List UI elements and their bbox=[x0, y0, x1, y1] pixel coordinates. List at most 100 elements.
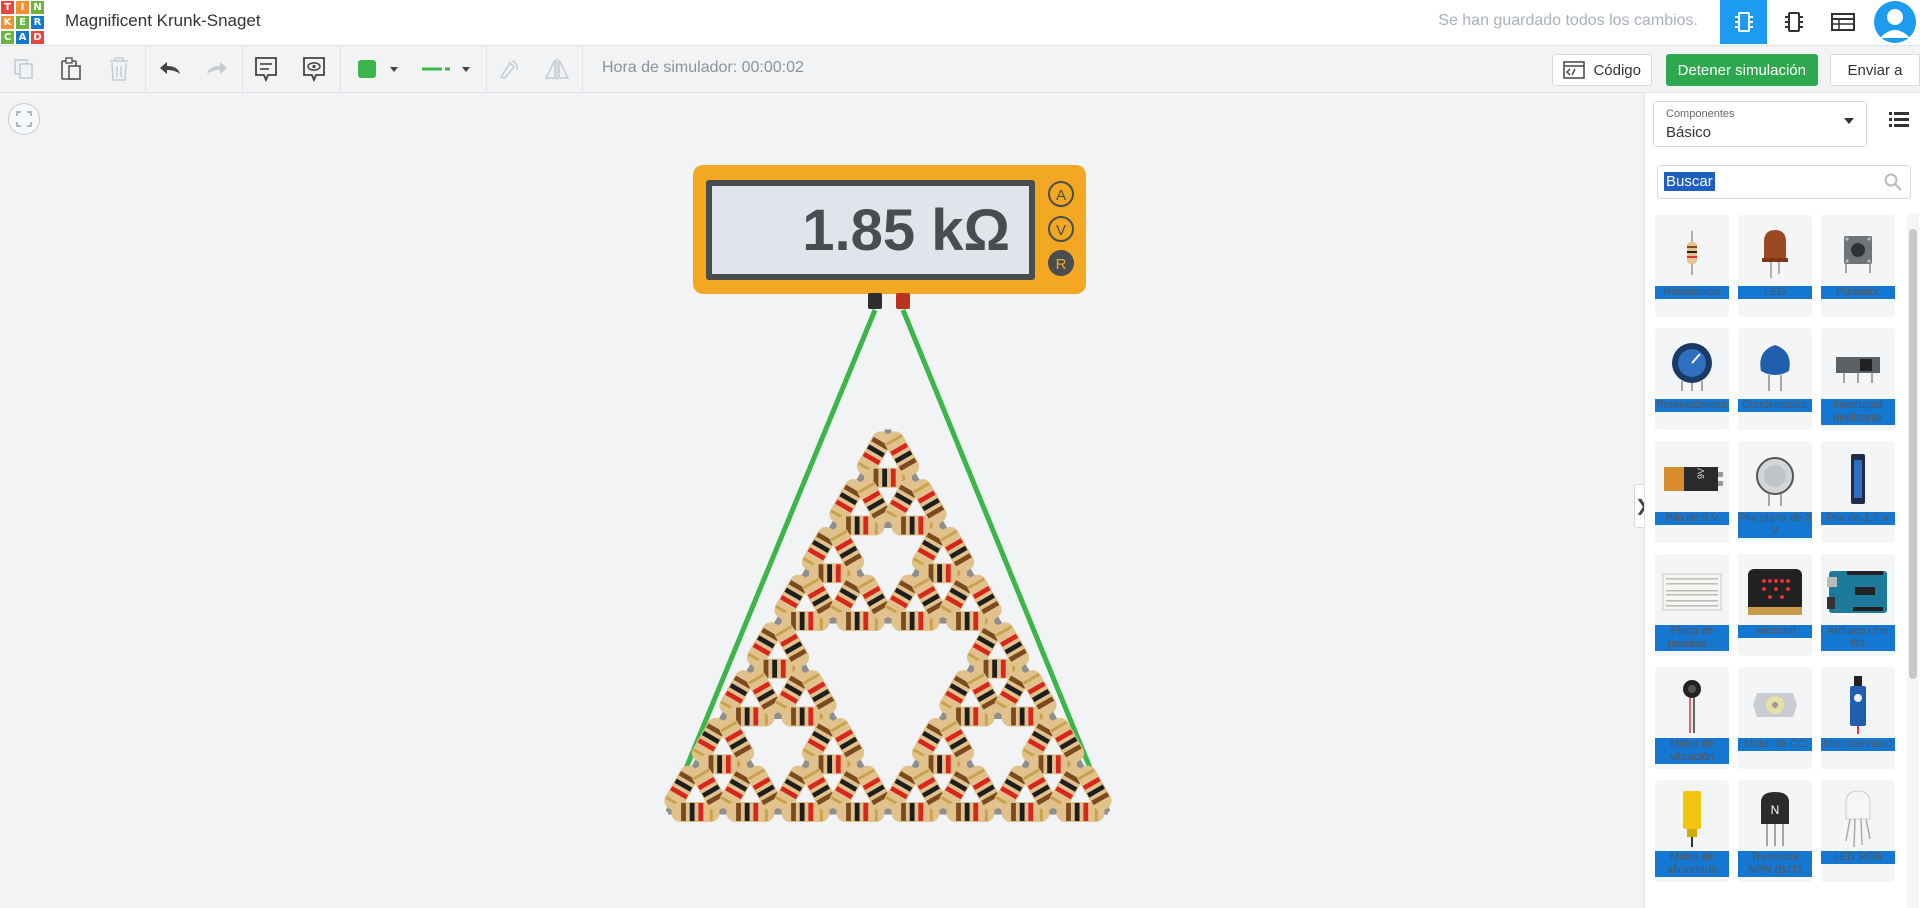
panel-scrollbar-thumb[interactable] bbox=[1909, 229, 1917, 679]
flip-button[interactable] bbox=[542, 46, 572, 92]
logo-letter: D bbox=[30, 30, 45, 45]
component-label: Arduino Uno R3 bbox=[1821, 625, 1895, 651]
component-led[interactable]: LED bbox=[1738, 215, 1812, 317]
probe-terminal-black[interactable] bbox=[868, 293, 882, 309]
component-arduino[interactable]: Arduino Uno R3 bbox=[1821, 554, 1895, 656]
paste-button[interactable] bbox=[55, 46, 87, 92]
component-transistor[interactable]: N Transistor NPN (BJT) bbox=[1738, 780, 1812, 882]
component-label: Microservomo bbox=[1821, 738, 1895, 751]
schematic-view-button[interactable] bbox=[1770, 0, 1817, 44]
redo-button[interactable] bbox=[201, 46, 233, 92]
component-hobby-motor[interactable]: Motor de aficionado bbox=[1655, 780, 1729, 882]
tinkercad-logo[interactable]: T I N K E R C A D bbox=[0, 0, 45, 45]
component-label: Transistor NPN (BJT) bbox=[1738, 851, 1812, 877]
circuit-canvas[interactable]: 1.85 kΩ A V R bbox=[0, 93, 1644, 908]
component-resistor[interactable]: Resistencia bbox=[1655, 215, 1729, 317]
component-vibration-motor[interactable]: Motor de vibración bbox=[1655, 667, 1729, 769]
mode-label: R bbox=[1056, 256, 1067, 273]
select-value: Básico bbox=[1666, 124, 1712, 141]
delete-button[interactable] bbox=[103, 46, 135, 92]
hobby-motor-icon bbox=[1683, 791, 1701, 847]
microbit-icon bbox=[1748, 569, 1802, 615]
eye-note-icon bbox=[303, 57, 325, 82]
rgb-led-icon bbox=[1845, 790, 1871, 847]
component-pushbutton[interactable]: Pulsador bbox=[1821, 215, 1895, 317]
svg-text:N: N bbox=[1771, 803, 1780, 817]
component-label: Interruptor deslizante bbox=[1821, 399, 1895, 425]
circuit-drawing: 1.85 kΩ A V R bbox=[661, 165, 1115, 822]
undo-button[interactable] bbox=[154, 46, 186, 92]
mirror-icon bbox=[544, 58, 570, 80]
component-battery-aa[interactable]: Pila de 1,5 V bbox=[1821, 441, 1895, 543]
wire-color-dropdown[interactable] bbox=[348, 46, 408, 92]
simulator-time: Hora de simulador: 00:00:02 bbox=[602, 59, 804, 76]
component-label: Pulsador bbox=[1821, 286, 1895, 299]
code-button[interactable]: Código bbox=[1552, 54, 1652, 86]
component-potentiometer[interactable]: Potenciómetro bbox=[1655, 328, 1729, 430]
component-label: Placa de pruebas... bbox=[1655, 625, 1729, 651]
select-label: Componentes bbox=[1666, 108, 1735, 120]
send-to-button[interactable]: Enviar a bbox=[1830, 54, 1920, 86]
circuit-view-button[interactable] bbox=[1720, 0, 1767, 44]
component-label: Motor de vibración bbox=[1655, 738, 1729, 764]
component-label: LED RGB bbox=[1821, 851, 1895, 864]
logo-letter: E bbox=[15, 15, 30, 30]
capacitor-icon bbox=[1760, 345, 1790, 391]
list-view-button[interactable] bbox=[1889, 111, 1909, 132]
wire-type-dropdown[interactable] bbox=[414, 46, 478, 92]
slide-switch-icon bbox=[1836, 357, 1880, 383]
mode-resistance-button[interactable]: R bbox=[1048, 250, 1074, 276]
coin-cell-icon bbox=[1756, 457, 1794, 506]
component-list-view-button[interactable] bbox=[1819, 0, 1866, 44]
components-category-select[interactable]: Componentes Básico bbox=[1653, 101, 1867, 147]
resistor-network[interactable] bbox=[661, 428, 1115, 822]
copy-button[interactable] bbox=[8, 46, 40, 92]
redo-icon bbox=[207, 62, 227, 74]
servo-icon bbox=[1850, 676, 1866, 734]
paste-icon bbox=[61, 57, 81, 80]
multimeter[interactable]: 1.85 kΩ A V R bbox=[693, 165, 1086, 309]
notes-visibility-button[interactable] bbox=[298, 46, 330, 92]
component-capacitor[interactable]: Condensador bbox=[1738, 328, 1812, 430]
top-bar: T I N K E R C A D Magnificent Krunk-Snag… bbox=[0, 0, 1920, 46]
color-swatch bbox=[358, 60, 376, 78]
battery-9v-icon: 9V bbox=[1664, 467, 1723, 491]
chevron-down-icon bbox=[462, 66, 470, 72]
transistor-icon: N bbox=[1761, 792, 1789, 846]
component-slide-switch[interactable]: Interruptor deslizante bbox=[1821, 328, 1895, 430]
component-label: Pila de 1,5 V bbox=[1821, 512, 1895, 525]
code-icon bbox=[1563, 61, 1586, 79]
search-icon bbox=[1884, 173, 1902, 191]
mode-label: A bbox=[1056, 187, 1066, 204]
logo-letter: I bbox=[15, 0, 30, 15]
component-dc-motor[interactable]: Motor de CC bbox=[1738, 667, 1812, 769]
chip-icon bbox=[1784, 12, 1803, 32]
stop-simulation-button[interactable]: Detener simulación bbox=[1665, 54, 1818, 86]
component-battery-9v[interactable]: 9V Pila de 9 V bbox=[1655, 441, 1729, 543]
document-title[interactable]: Magnificent Krunk-Snaget bbox=[65, 11, 261, 31]
component-coin-cell[interactable]: Pila plana de 3 V bbox=[1738, 441, 1812, 543]
svg-text:9V: 9V bbox=[1696, 468, 1706, 479]
rotate-icon bbox=[499, 60, 518, 79]
vibration-motor-icon bbox=[1683, 680, 1701, 733]
notes-button[interactable] bbox=[250, 46, 282, 92]
user-icon bbox=[1874, 1, 1916, 43]
probe-terminal-red[interactable] bbox=[896, 293, 910, 309]
rotate-button[interactable] bbox=[494, 46, 524, 92]
user-avatar[interactable] bbox=[1870, 0, 1920, 44]
component-label: Motor de CC bbox=[1738, 738, 1812, 751]
component-servo[interactable]: Microservomo bbox=[1821, 667, 1895, 769]
code-label: Código bbox=[1593, 61, 1641, 79]
table-icon bbox=[1830, 13, 1855, 31]
chevron-down-icon bbox=[390, 66, 398, 72]
components-panel: Componentes Básico Buscar Resistencia LE… bbox=[1644, 93, 1920, 908]
component-label: LED bbox=[1738, 286, 1812, 299]
search-value: Buscar bbox=[1664, 172, 1715, 191]
search-input[interactable]: Buscar bbox=[1657, 165, 1911, 199]
breadboard-icon bbox=[1662, 573, 1722, 611]
component-breadboard[interactable]: Placa de pruebas... bbox=[1655, 554, 1729, 656]
arduino-icon bbox=[1827, 571, 1887, 613]
logo-letter: A bbox=[15, 30, 30, 45]
component-microbit[interactable]: micro:bit bbox=[1738, 554, 1812, 656]
component-rgb-led[interactable]: LED RGB bbox=[1821, 780, 1895, 882]
